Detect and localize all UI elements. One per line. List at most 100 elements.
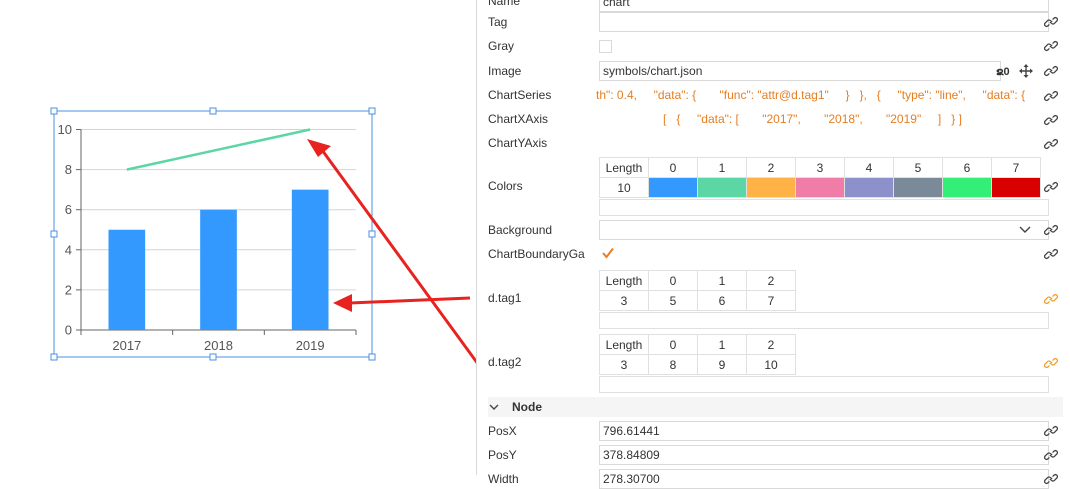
prop-row-chartyaxis: ChartYAxis [488, 134, 1063, 154]
x-tick-label: 2017 [112, 338, 141, 353]
colors-length-value[interactable]: 10 [599, 177, 649, 198]
chartseries-value[interactable]: th": 0.4, "data": { "func": "attr@d.tag1… [596, 88, 1040, 102]
dtag1-length-value[interactable]: 3 [599, 290, 649, 311]
dtag2-label: d.tag2 [488, 355, 522, 369]
chevron-down-icon [488, 401, 500, 413]
color-swatch[interactable] [697, 177, 747, 198]
posx-link-icon[interactable] [1043, 424, 1059, 438]
chartxaxis-label: ChartXAxis [488, 112, 549, 126]
dtag2-cell[interactable]: 8 [648, 354, 698, 375]
bar[interactable] [291, 189, 329, 330]
dtag1-cell[interactable]: 5 [648, 290, 698, 311]
prop-row-dtag2: d.tag2 Length 0 1 2 3 8 9 10 [488, 334, 1063, 394]
prop-row-posx: PosX 796.61441 [488, 421, 1063, 441]
color-swatch[interactable] [991, 177, 1041, 198]
colors-index: 0 [648, 157, 698, 178]
editor-canvas[interactable]: 0 2 4 6 8 10 2017 2018 2019 [0, 0, 476, 475]
prop-row-posy: PosY 378.84809 [488, 445, 1063, 465]
y-tick-label: 10 [58, 122, 72, 137]
prop-row-image: Image symbols/chart.json ຂ0 [488, 61, 1063, 81]
colors-length-header: Length [599, 157, 649, 178]
chartyaxis-link-icon[interactable] [1043, 137, 1059, 151]
dtag2-length-header: Length [599, 334, 649, 355]
posx-input[interactable]: 796.61441 [599, 421, 1049, 441]
resize-handle[interactable] [50, 353, 58, 361]
colors-label: Colors [488, 179, 523, 193]
node-section-title: Node [512, 400, 542, 414]
boundarygap-link-icon[interactable] [1043, 247, 1059, 261]
resize-handle[interactable] [368, 230, 376, 238]
dtag1-index: 1 [697, 270, 747, 291]
color-swatch[interactable] [795, 177, 845, 198]
dtag2-length-value[interactable]: 3 [599, 354, 649, 375]
resize-handle[interactable] [368, 107, 376, 115]
annotation-arrowhead [307, 139, 331, 157]
gray-checkbox[interactable] [599, 40, 612, 53]
chartxaxis-link-icon[interactable] [1043, 113, 1059, 127]
chevron-down-icon[interactable] [1018, 224, 1032, 236]
resize-handle[interactable] [50, 230, 58, 238]
chart-widget[interactable]: 0 2 4 6 8 10 2017 2018 2019 [0, 0, 476, 475]
colors-index: 2 [746, 157, 796, 178]
node-section-header[interactable]: Node [488, 397, 1063, 417]
resize-handle[interactable] [50, 107, 58, 115]
color-swatch[interactable] [648, 177, 698, 198]
color-swatch[interactable] [942, 177, 992, 198]
dtag2-table[interactable]: Length 0 1 2 3 8 9 10 [599, 334, 796, 375]
gray-link-icon[interactable] [1043, 39, 1059, 53]
tag-link-icon[interactable] [1043, 15, 1059, 29]
annotation-arrow [320, 149, 476, 364]
background-link-icon[interactable] [1043, 223, 1059, 237]
prop-row-dtag1: d.tag1 Length 0 1 2 3 5 6 7 [488, 270, 1063, 330]
bar[interactable] [108, 229, 146, 330]
posy-input[interactable]: 378.84809 [599, 445, 1049, 465]
dtag2-link-icon[interactable] [1043, 356, 1059, 370]
posy-link-icon[interactable] [1043, 448, 1059, 462]
boundarygap-label: ChartBoundaryGap [488, 247, 585, 261]
dtag2-index: 0 [648, 334, 698, 355]
color-swatch[interactable] [844, 177, 894, 198]
dtag1-cell[interactable]: 6 [697, 290, 747, 311]
background-select[interactable] [599, 220, 1049, 240]
dtag2-cell[interactable]: 10 [746, 354, 796, 375]
y-tick-label: 4 [65, 242, 72, 257]
name-input[interactable]: chart [599, 0, 1049, 12]
image-picker-icon[interactable]: ຂ0 [996, 65, 1010, 78]
colors-link-icon[interactable] [1043, 180, 1059, 194]
color-swatch[interactable] [893, 177, 943, 198]
chartxaxis-value[interactable]: [ { "data": [ "2017", "2018", "2019" ] }… [663, 112, 1041, 126]
annotation-arrow [349, 296, 471, 305]
boundarygap-checkbox[interactable] [601, 246, 615, 260]
dtag1-table-footer [599, 312, 1049, 329]
dtag2-index: 1 [697, 334, 747, 355]
dtag1-label: d.tag1 [488, 291, 522, 305]
resize-handle[interactable] [368, 353, 376, 361]
background-label: Background [488, 223, 553, 237]
name-label: Name [488, 0, 521, 8]
resize-handle[interactable] [209, 107, 217, 115]
color-swatch[interactable] [746, 177, 796, 198]
tag-input[interactable] [599, 12, 1049, 32]
chartseries-link-icon[interactable] [1043, 89, 1059, 103]
dtag2-cell[interactable]: 9 [697, 354, 747, 375]
prop-row-background: Background [488, 220, 1063, 240]
resize-handle[interactable] [209, 353, 217, 361]
image-input[interactable]: symbols/chart.json [599, 61, 1001, 81]
image-label: Image [488, 64, 522, 78]
line-series[interactable] [126, 128, 311, 171]
width-link-icon[interactable] [1043, 472, 1059, 486]
prop-row-colors: Colors Length 0 1 2 3 4 5 6 7 10 [488, 157, 1063, 217]
colors-table[interactable]: Length 0 1 2 3 4 5 6 7 10 [599, 157, 1041, 198]
image-link-icon[interactable] [1043, 64, 1059, 78]
y-tick-label: 6 [65, 202, 72, 217]
dtag1-link-icon[interactable] [1043, 292, 1059, 306]
move-icon[interactable] [1018, 63, 1034, 79]
prop-row-chartxaxis: ChartXAxis [ { "data": [ "2017", "2018",… [488, 110, 1063, 130]
dtag2-index: 2 [746, 334, 796, 355]
dtag1-table[interactable]: Length 0 1 2 3 5 6 7 [599, 270, 796, 311]
width-input[interactable]: 278.30700 [599, 469, 1049, 489]
property-panel: Name chart Tag Gray Image symbols/chart.… [477, 0, 1070, 489]
bar[interactable] [200, 209, 237, 330]
dtag1-cell[interactable]: 7 [746, 290, 796, 311]
y-tick-label: 0 [65, 323, 72, 338]
